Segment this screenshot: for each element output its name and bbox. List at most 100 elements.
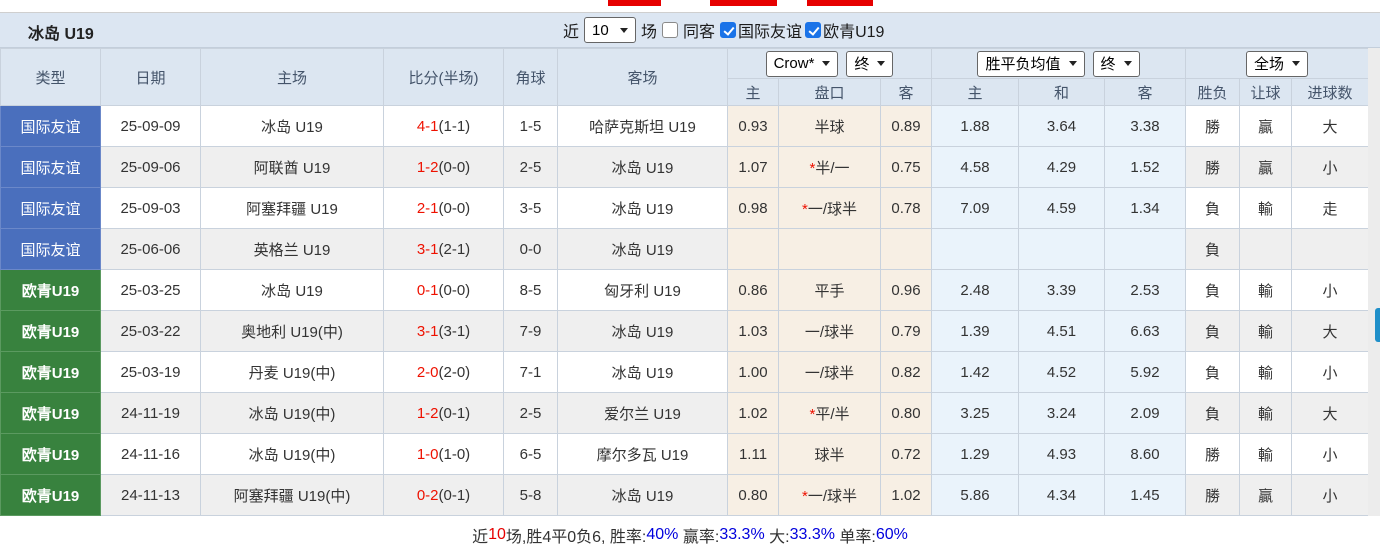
date-cell: 24-11-16	[100, 433, 201, 475]
avg-away-cell: 6.63	[1104, 310, 1186, 352]
type-cell: 欧青U19	[0, 474, 101, 516]
handicap-cell: *一/球半	[778, 474, 881, 516]
crow-away-odds-cell: 0.96	[880, 269, 932, 311]
crow-home-odds-cell: 1.11	[727, 433, 779, 475]
result-wdl-cell: 負	[1185, 351, 1240, 393]
crow-final-select[interactable]: 终	[846, 50, 894, 77]
type-cell: 欧青U19	[0, 392, 101, 434]
recent-label: 近	[563, 24, 580, 41]
match-row: 国际友谊 25-09-09 冰岛 U19 4-1(1-1) 1-5 哈萨克斯坦 U19 0.…	[0, 105, 1370, 147]
result-wdl-cell: 負	[1185, 228, 1240, 270]
avg-draw-cell: 4.51	[1018, 310, 1105, 352]
result-goals-cell: 大	[1290, 392, 1370, 434]
same-away-checkbox[interactable]	[662, 22, 679, 38]
col-header-score: 比分(半场)	[383, 48, 504, 106]
date-cell: 25-06-06	[100, 228, 201, 270]
home-team-cell: 冰岛 U19	[200, 269, 384, 311]
corner-cell: 0-0	[503, 228, 558, 270]
avg-away-cell: 1.45	[1104, 474, 1186, 516]
result-handicap-cell: 贏	[1239, 474, 1292, 516]
score-cell: 3-1(2-1)	[383, 228, 504, 270]
handicap-cell: 球半	[778, 433, 881, 475]
summary-segment: 近	[472, 528, 489, 546]
result-handicap-cell: 贏	[1239, 146, 1292, 188]
full-match-select[interactable]: 全场	[1246, 50, 1309, 77]
avg-home-cell: 3.25	[931, 392, 1019, 434]
handicap-cell: 一/球半	[778, 351, 881, 393]
score-cell: 1-2(0-1)	[383, 392, 504, 434]
summary-segment: 10	[488, 525, 506, 543]
home-team-cell: 冰岛 U19(中)	[200, 392, 384, 434]
avg-away-cell: 3.38	[1104, 105, 1186, 147]
corner-cell: 7-1	[503, 351, 558, 393]
avg-draw-cell	[1018, 228, 1105, 270]
match-row: 欧青U19 25-03-25 冰岛 U19 0-1(0-0) 8-5 匈牙利 U19 0.8…	[0, 269, 1370, 311]
match-rows: 国际友谊 25-09-09 冰岛 U19 4-1(1-1) 1-5 哈萨克斯坦 U19 0.…	[0, 105, 1370, 516]
summary-segment: 33.3%	[789, 525, 835, 543]
subheader-handicap-result: 让球	[1239, 78, 1292, 106]
result-goals-cell: 小	[1290, 474, 1370, 516]
away-team-cell: 摩尔多瓦 U19	[557, 433, 728, 475]
avg-home-cell: 1.29	[931, 433, 1019, 475]
avg-draw-cell: 3.64	[1018, 105, 1105, 147]
crow-away-odds-cell	[880, 228, 932, 270]
subheader-avg-draw: 和	[1018, 78, 1105, 106]
type-cell: 欧青U19	[0, 269, 101, 311]
euro-u19-filter-checkbox[interactable]	[805, 22, 822, 38]
recent-count-select[interactable]: 10	[584, 17, 637, 43]
handicap-cell: *平/半	[778, 392, 881, 434]
subheader-crow-home: 主	[727, 78, 779, 106]
away-team-cell: 爱尔兰 U19	[557, 392, 728, 434]
avg-away-cell: 8.60	[1104, 433, 1186, 475]
avg-home-cell: 2.48	[931, 269, 1019, 311]
date-cell: 25-03-22	[100, 310, 201, 352]
away-team-cell: 冰岛 U19	[557, 474, 728, 516]
match-row: 国际友谊 25-06-06 英格兰 U19 3-1(2-1) 0-0 冰岛 U19 負	[0, 228, 1370, 270]
away-team-cell: 冰岛 U19	[557, 228, 728, 270]
avg-draw-cell: 4.29	[1018, 146, 1105, 188]
corner-cell: 6-5	[503, 433, 558, 475]
match-history-table: 类型 日期 主场 比分(半场) 角球 客场 Crow* 终 胜平负均值 终 全场…	[0, 48, 1370, 516]
friendly-filter-checkbox[interactable]	[720, 22, 737, 38]
avg-final-select[interactable]: 终	[1092, 50, 1140, 77]
red-tab-fragment-1	[608, 0, 661, 6]
handicap-cell: *半/一	[778, 146, 881, 188]
avg-dropdown-group: 胜平负均值 终	[931, 48, 1186, 79]
type-cell: 国际友谊	[0, 105, 101, 147]
result-wdl-cell: 勝	[1185, 474, 1240, 516]
summary-segment: 单率:	[834, 528, 876, 546]
panel-title-bar: 冰岛 U19 近 10 场 同客 国际友谊 欧青U19	[0, 12, 1380, 48]
crow-home-odds-cell: 1.02	[727, 392, 779, 434]
avg-away-cell	[1104, 228, 1186, 270]
avg-away-cell: 5.92	[1104, 351, 1186, 393]
avg-home-cell: 4.58	[931, 146, 1019, 188]
result-wdl-cell: 負	[1185, 269, 1240, 311]
result-handicap-cell: 輸	[1239, 392, 1292, 434]
result-handicap-cell: 輸	[1239, 187, 1292, 229]
corner-cell: 2-5	[503, 146, 558, 188]
match-history-panel: 冰岛 U19 近 10 场 同客 国际友谊 欧青U19 类型 日期 主场 比分(…	[0, 12, 1380, 516]
away-team-cell: 匈牙利 U19	[557, 269, 728, 311]
handicap-cell	[778, 228, 881, 270]
bookmaker-select[interactable]: Crow*	[765, 50, 839, 77]
crow-home-odds-cell	[727, 228, 779, 270]
date-cell: 25-09-06	[100, 146, 201, 188]
away-team-cell: 哈萨克斯坦 U19	[557, 105, 728, 147]
handicap-cell: *一/球半	[778, 187, 881, 229]
subheader-wdl: 胜负	[1185, 78, 1240, 106]
corner-cell: 3-5	[503, 187, 558, 229]
crow-away-odds-cell: 0.72	[880, 433, 932, 475]
date-cell: 25-09-03	[100, 187, 201, 229]
crow-home-odds-cell: 1.07	[727, 146, 779, 188]
avg-draw-cell: 4.52	[1018, 351, 1105, 393]
crow-home-odds-cell: 0.93	[727, 105, 779, 147]
crow-home-odds-cell: 0.98	[727, 187, 779, 229]
result-handicap-cell: 贏	[1239, 105, 1292, 147]
away-team-cell: 冰岛 U19	[557, 187, 728, 229]
col-header-corner: 角球	[503, 48, 558, 106]
home-team-cell: 冰岛 U19(中)	[200, 433, 384, 475]
avg-odds-select[interactable]: 胜平负均值	[977, 50, 1085, 77]
result-goals-cell: 小	[1290, 433, 1370, 475]
corner-cell: 7-9	[503, 310, 558, 352]
crow-away-odds-cell: 0.82	[880, 351, 932, 393]
